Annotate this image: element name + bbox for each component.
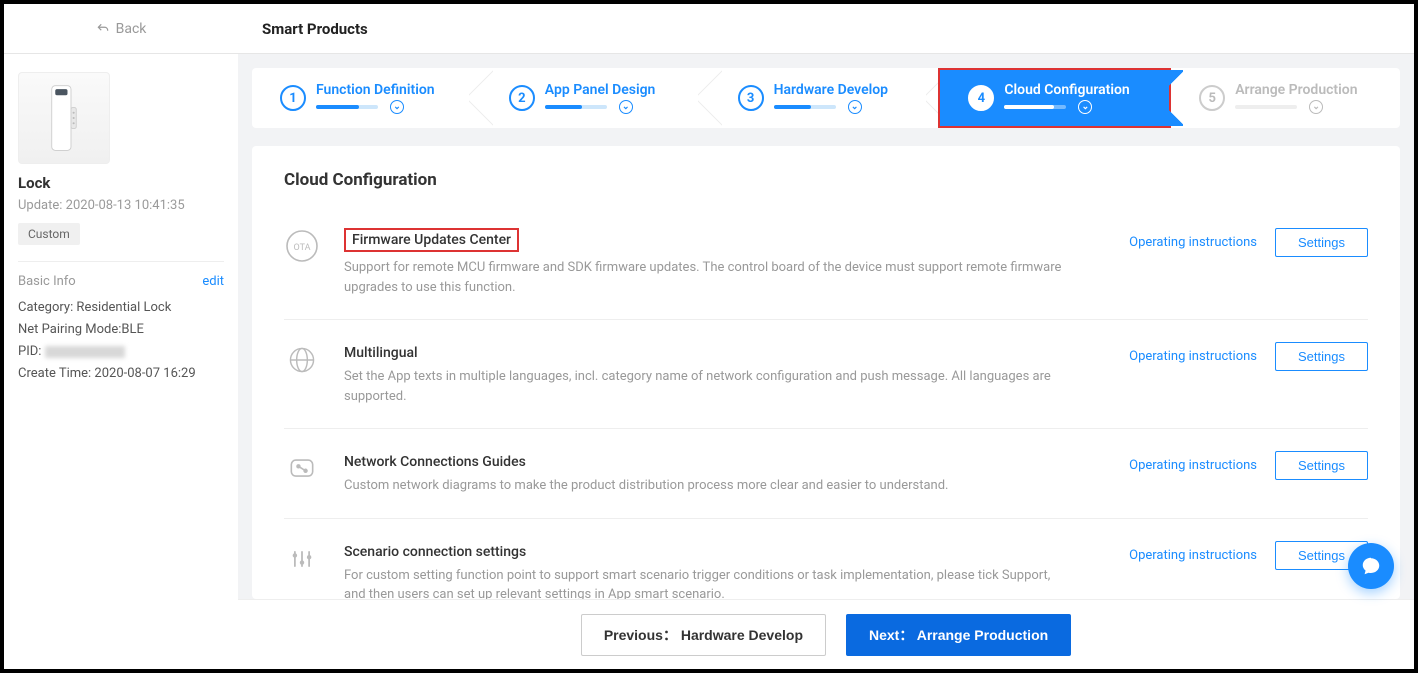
info-create-time: Create Time: 2020-08-07 16:29 [18,363,224,385]
chevron-down-icon: ⌄ [1078,100,1092,114]
chevron-down-icon: ⌄ [390,100,404,114]
settings-button[interactable]: Settings [1275,342,1368,371]
network-icon [284,451,320,487]
previous-button[interactable]: Previous： Hardware Develop [581,614,826,656]
chevron-down-icon: ⌄ [619,100,633,114]
item-desc: Custom network diagrams to make the prod… [344,476,1064,496]
back-button[interactable]: Back [4,21,238,37]
scenario-icon [284,541,320,577]
operating-instructions-link[interactable]: Operating instructions [1129,548,1257,563]
item-title: Scenario connection settings [344,544,526,560]
topbar: Back Smart Products [4,4,1414,54]
product-thumbnail [18,72,110,164]
pid-value-redacted [45,346,125,358]
product-update-time: Update: 2020-08-13 10:41:35 [18,198,224,213]
step-app-panel-design[interactable]: 2 App Panel Design ⌄ [481,68,710,128]
operating-instructions-link[interactable]: Operating instructions [1129,458,1257,473]
ota-icon: OTA [284,228,320,264]
settings-button[interactable]: Settings [1275,228,1368,257]
chat-fab[interactable] [1348,543,1394,589]
step-label: Function Definition [316,82,435,98]
info-pairing: Net Pairing Mode:BLE [18,319,224,341]
edit-link[interactable]: edit [202,274,224,289]
footer: Previous： Hardware Develop Next： Arrange… [238,599,1414,669]
basic-info-header: Basic Info [18,274,76,289]
basic-info-list: Category: Residential Lock Net Pairing M… [18,297,224,385]
info-category: Category: Residential Lock [18,297,224,319]
chevron-down-icon: ⌄ [1309,100,1323,114]
config-card: Cloud Configuration OTA Firmware Updates… [252,146,1400,599]
next-button[interactable]: Next： Arrange Production [846,614,1071,656]
step-cloud-configuration[interactable]: 4 Cloud Configuration ⌄ [938,68,1171,128]
back-label: Back [116,21,147,37]
item-desc: For custom setting function point to sup… [344,566,1064,600]
settings-button[interactable]: Settings [1275,451,1368,480]
operating-instructions-link[interactable]: Operating instructions [1129,235,1257,250]
config-item-firmware: OTA Firmware Updates Center Support for … [284,206,1368,320]
step-label: Cloud Configuration [1004,82,1129,98]
step-bar: 1 Function Definition ⌄ 2 App Panel Desi… [252,68,1400,128]
page-title: Smart Products [238,20,368,38]
chat-icon [1360,555,1382,577]
step-label: Arrange Production [1235,82,1357,98]
config-item-network-guides: Network Connections Guides Custom networ… [284,429,1368,519]
product-name: Lock [18,174,224,192]
step-label: Hardware Develop [774,82,888,98]
item-desc: Set the App texts in multiple languages,… [344,367,1064,406]
operating-instructions-link[interactable]: Operating instructions [1129,349,1257,364]
sidebar: Lock Update: 2020-08-13 10:41:35 Custom … [4,54,238,599]
back-icon [96,22,110,36]
config-item-multilingual: Multilingual Set the App texts in multip… [284,320,1368,429]
config-item-scenario: Scenario connection settings For custom … [284,519,1368,600]
card-title: Cloud Configuration [284,170,1368,190]
product-badge: Custom [18,223,80,245]
info-pid: PID: [18,341,224,363]
step-arrange-production[interactable]: 5 Arrange Production ⌄ [1171,68,1400,128]
svg-text:OTA: OTA [294,243,311,253]
lock-icon [46,83,82,153]
chevron-down-icon: ⌄ [848,100,862,114]
item-title: Multilingual [344,345,418,361]
step-function-definition[interactable]: 1 Function Definition ⌄ [252,68,481,128]
content-area: 1 Function Definition ⌄ 2 App Panel Desi… [238,54,1414,599]
step-label: App Panel Design [545,82,656,98]
item-desc: Support for remote MCU firmware and SDK … [344,258,1064,297]
item-title: Firmware Updates Center [344,228,519,252]
step-hardware-develop[interactable]: 3 Hardware Develop ⌄ [710,68,939,128]
item-title: Network Connections Guides [344,454,526,470]
globe-icon [284,342,320,378]
